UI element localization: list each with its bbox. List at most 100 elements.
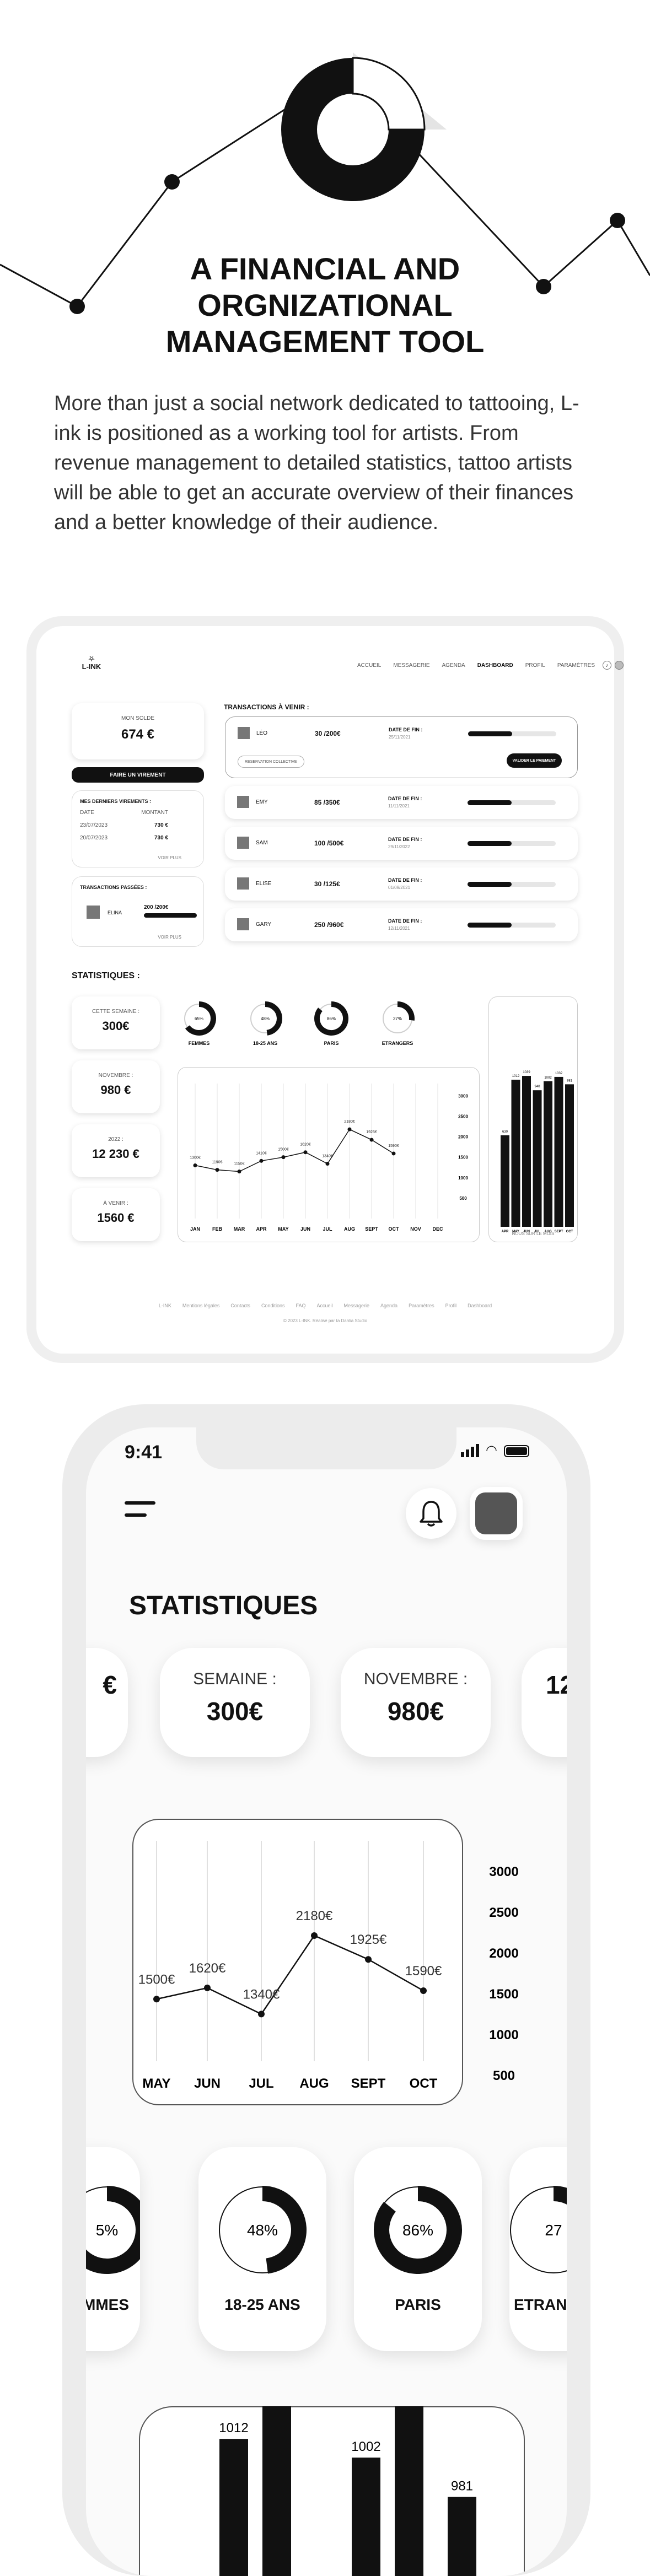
bar — [448, 2497, 476, 2576]
validate-payment-button[interactable]: VALIDER LE PAIEMENT — [507, 753, 562, 768]
transaction-date-label: DATE DE FIN : — [388, 918, 422, 924]
footer-link[interactable]: Contacts — [230, 1303, 250, 1308]
mobile-ring-card[interactable]: 5% MMES — [86, 2147, 140, 2351]
avatar[interactable] — [615, 661, 624, 670]
x-tick-label: NOV — [410, 1226, 421, 1232]
collective-tag: RESERVATION COLLECTIVE — [238, 756, 304, 768]
mobile-ring-card[interactable]: 86% PARIS — [354, 2147, 482, 2351]
y-tick-label: 2500 — [489, 1905, 518, 1920]
decor-dot — [164, 174, 180, 190]
x-tick-label: MAY — [142, 2076, 170, 2091]
mobile-stat-card-year[interactable]: 12 — [522, 1648, 567, 1757]
footer-link[interactable]: Agenda — [380, 1303, 397, 1308]
transaction-avatar — [237, 918, 249, 930]
footer-link[interactable]: Mentions légales — [182, 1303, 220, 1308]
notification-icon[interactable]: ♪ — [603, 661, 612, 670]
bar-value-label: 1002 — [351, 2439, 380, 2454]
bar — [262, 2406, 291, 2576]
ring-label: ETRAN — [514, 2296, 567, 2313]
transfers-card: MES DERNIERS VIREMENTS : DATE MONTANT 23… — [72, 790, 204, 867]
nav-messagerie[interactable]: MESSAGERIE — [393, 662, 429, 669]
ring-label: 18-25 ANS — [253, 1041, 277, 1046]
footer-link[interactable]: Paramètres — [409, 1303, 434, 1308]
bar — [565, 1084, 574, 1227]
profile-avatar[interactable] — [470, 1487, 523, 1540]
nav-agenda[interactable]: AGENDA — [442, 662, 465, 669]
nav-accueil[interactable]: ACCUEIL — [357, 662, 381, 669]
copyright: © 2023 L-INK. Réalisé par ta Dahlia Stud… — [283, 1318, 368, 1323]
stat-card-year: 2022 : 12 230 € — [72, 1124, 160, 1177]
x-tick-label: JUN — [300, 1226, 310, 1232]
logo[interactable]: ⛧ L-INK — [75, 655, 108, 671]
data-point — [193, 1163, 197, 1167]
notification-button[interactable] — [406, 1488, 456, 1539]
footer-link[interactable]: Profil — [445, 1303, 457, 1308]
nav-dashboard[interactable]: DASHBOARD — [477, 662, 513, 669]
data-point — [303, 1150, 308, 1155]
nav-profil[interactable]: PROFIL — [525, 662, 545, 669]
table-row: 23/07/2023 730 € — [80, 822, 168, 828]
y-tick-label: 1500 — [489, 1987, 518, 2002]
x-tick-label: SEPT — [351, 2076, 386, 2091]
transfers-more-link[interactable]: VOIR PLUS — [158, 855, 181, 860]
bar-value-label: 1012 — [219, 2421, 248, 2435]
footer-link[interactable]: Messagerie — [344, 1303, 370, 1308]
data-point — [204, 1984, 211, 1991]
data-point — [347, 1127, 352, 1131]
mobile-stat-card-month[interactable]: NOVEMBRE : 980€ — [341, 1648, 491, 1757]
transaction-row[interactable]: SAM 100 /500€ DATE DE FIN : 29/11/2022 — [225, 827, 578, 860]
x-tick-label: JAN — [190, 1226, 200, 1232]
transaction-row[interactable]: LÉO 30 /200€ DATE DE FIN : 25/11/2021 RESERV… — [225, 716, 578, 778]
bar — [544, 1081, 552, 1227]
y-tick-label: 2000 — [458, 1135, 468, 1140]
footer-link[interactable]: FAQ — [296, 1303, 305, 1308]
x-tick-label: JUN — [194, 2076, 221, 2091]
mobile-stat-card[interactable]: € — [86, 1648, 128, 1757]
audience-rings: 65% FEMMES 48% 18-25 ANS 86% PARIS 27% ETRANGER… — [184, 1001, 415, 1046]
ring-chart: 65% FEMMES — [184, 1001, 216, 1046]
menu-icon[interactable] — [125, 1499, 158, 1521]
footer-link[interactable]: L-INK — [159, 1303, 171, 1308]
stat-card-upcoming: À VENIR : 1560 € — [72, 1188, 160, 1241]
desktop-screen: ⛧ L-INK ACCUEIL MESSAGERIE AGENDA DASHBO… — [36, 626, 624, 1354]
bell-icon — [420, 1501, 443, 1527]
transaction-row[interactable]: ELISE 30 /125€ DATE DE FIN : 01/09/2021 — [225, 867, 578, 901]
line-chart: JAN FEB MAR APR MAY JUN JUL AUG SEPT OCT NOV DEC 500… — [190, 1084, 468, 1232]
status-icons: ◠ — [461, 1444, 529, 1457]
past-progress-bar — [144, 913, 197, 918]
transaction-avatar — [237, 837, 249, 849]
past-title: TRANSACTIONS PASSÉES : — [80, 885, 147, 890]
data-point — [365, 1956, 372, 1963]
transaction-date: 11/11/2021 — [388, 804, 410, 809]
data-point — [281, 1155, 286, 1160]
nav-parametres[interactable]: PARAMÈTRES — [557, 662, 595, 669]
data-label: 1620€ — [300, 1143, 311, 1147]
footer-link[interactable]: Conditions — [261, 1303, 285, 1308]
hero-description: More than just a social network dedicate… — [54, 392, 579, 534]
mobile-title: STATISTIQUES — [129, 1591, 318, 1620]
bar — [511, 1080, 520, 1227]
ring-label: PARIS — [395, 2296, 441, 2313]
transaction-progress-fill — [468, 800, 512, 805]
x-tick-label: AUG — [344, 1226, 355, 1232]
y-tick-label: 1000 — [458, 1176, 468, 1181]
data-point — [237, 1170, 241, 1174]
transaction-row[interactable]: GARY 250 /960€ DATE DE FIN : 12/11/2021 — [225, 908, 578, 941]
ring-chart: 27 — [510, 2186, 567, 2273]
mobile-stat-card-week[interactable]: SEMAINE : 300€ — [160, 1648, 310, 1757]
past-more-link[interactable]: VOIR PLUS — [158, 935, 181, 940]
transaction-row[interactable]: EMY 85 /350€ DATE DE FIN : 11/11/2021 — [225, 786, 578, 819]
battery-icon — [503, 1445, 529, 1457]
transfers-header: DATE MONTANT — [80, 810, 168, 816]
hero-title: A FINANCIAL AND ORGNIZATIONAL MANAGEMENT… — [0, 251, 650, 360]
footer-link[interactable]: Dashboard — [468, 1303, 492, 1308]
transaction-amount: 100 /500€ — [314, 839, 344, 847]
mobile-ring-card[interactable]: 48% 18-25 ANS — [198, 2147, 326, 2351]
transfer-button[interactable]: FAIRE UN VIREMENT — [72, 767, 204, 783]
col-date: DATE — [80, 810, 94, 816]
transaction-amount: 30 /200€ — [315, 730, 341, 737]
transaction-date: 12/11/2021 — [388, 926, 410, 931]
footer-link[interactable]: Accueil — [316, 1303, 332, 1308]
past-name: ELINA — [108, 910, 122, 915]
mobile-ring-card[interactable]: 27 ETRAN — [509, 2147, 567, 2351]
